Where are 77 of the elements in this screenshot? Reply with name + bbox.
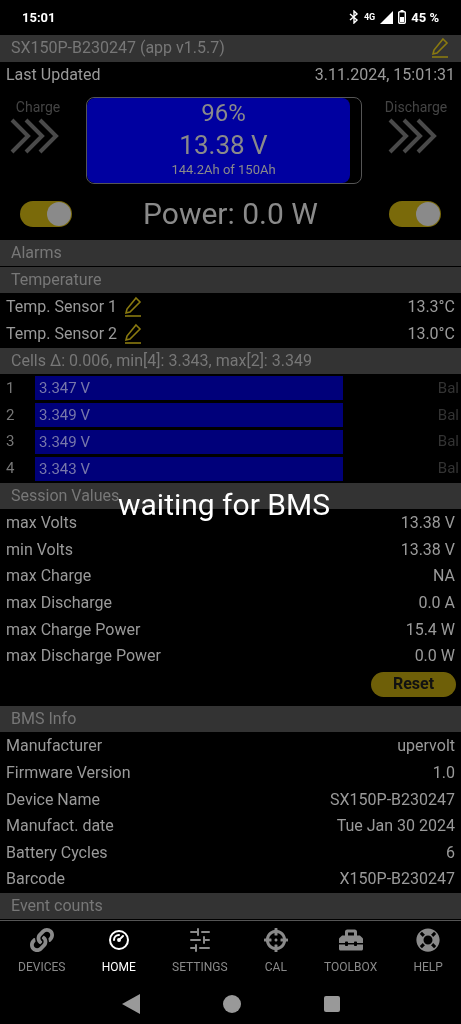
back-icon[interactable] xyxy=(121,994,140,1015)
home-icon[interactable] xyxy=(222,995,241,1014)
nav-tab[interactable]: HELP xyxy=(413,928,443,977)
charge-label: Charge xyxy=(15,97,61,117)
cell-voltage-bar: 3.347 V xyxy=(35,376,343,400)
gauge-icon xyxy=(106,928,131,953)
nav-tab[interactable]: TOOLBOX xyxy=(324,928,378,977)
toggle-switch[interactable] xyxy=(20,200,72,227)
row-value: 3.11.2024, 15:01:31 xyxy=(314,64,455,87)
row-value: 0.0 W xyxy=(414,645,455,668)
lifebuoy-icon xyxy=(416,928,441,953)
row-label: Last Updated xyxy=(6,64,101,87)
row-value: SX150P-B230247 xyxy=(330,788,455,811)
edit-icon[interactable] xyxy=(123,296,144,319)
row-label: Firmware Version xyxy=(6,762,131,785)
row-value: upervolt xyxy=(397,735,455,758)
crosshair-icon xyxy=(263,928,288,953)
recents-icon[interactable] xyxy=(323,996,340,1013)
cell-index: 4 xyxy=(5,458,16,480)
link-icon xyxy=(29,928,54,953)
cell-index: 3 xyxy=(5,431,16,453)
row-label: Barcode xyxy=(6,868,65,891)
section-header: Temperature xyxy=(0,266,461,293)
row-label: max Charge Power xyxy=(6,618,141,641)
row-label: Manufacturer xyxy=(6,735,103,758)
row-label: max Charge xyxy=(6,565,92,588)
toolbox-icon xyxy=(338,928,363,953)
edit-icon[interactable] xyxy=(123,323,144,346)
battery-percent: 45 % xyxy=(411,8,439,27)
nav-tab[interactable]: DEVICES xyxy=(18,928,66,977)
row-value: 6 xyxy=(446,841,455,864)
sensor-value: 13.3°C xyxy=(407,296,455,319)
cell-index: 2 xyxy=(5,404,16,426)
row-label: max Discharge xyxy=(6,591,112,614)
cell-voltage-bar: 3.343 V xyxy=(35,456,343,481)
row-value: NA xyxy=(433,565,455,588)
toggle-switch[interactable] xyxy=(389,200,441,227)
waiting-message: waiting for BMS xyxy=(118,488,330,522)
nav-tab[interactable]: CAL xyxy=(263,928,288,977)
section-header: BMS Info xyxy=(0,706,461,733)
bluetooth-icon xyxy=(348,10,359,25)
row-value: 13.38 V xyxy=(400,538,455,561)
row-label: Battery Cycles xyxy=(6,841,108,864)
row-label: Device Name xyxy=(6,788,100,811)
row-label: Manufact. date xyxy=(6,815,114,838)
nav-tab[interactable]: HOME xyxy=(101,928,136,977)
cell-voltage-bar: 3.349 V xyxy=(35,429,343,454)
sensor-label: Temp. Sensor 2 xyxy=(6,323,118,346)
status-time: 15:01 xyxy=(22,8,56,27)
row-label: min Volts xyxy=(6,538,74,561)
battery-voltage: 13.38 V xyxy=(179,128,268,162)
section-header: Event counts xyxy=(0,892,461,919)
app-title: SX150P-B230247 (app v1.5.7) xyxy=(11,37,225,60)
sensor-value: 13.0°C xyxy=(407,323,455,346)
battery-percent-value: 96% xyxy=(201,97,246,128)
row-label: max Discharge Power xyxy=(6,645,161,668)
row-value: Tue Jan 30 2024 xyxy=(336,815,455,838)
cell-index: 1 xyxy=(5,377,16,399)
sliders-icon xyxy=(187,928,212,953)
power-reading: Power: 0.0 W xyxy=(143,195,318,234)
network-type: 4G xyxy=(363,10,376,24)
sensor-label: Temp. Sensor 1 xyxy=(6,296,118,319)
cell-voltage-bar: 3.349 V xyxy=(35,402,343,427)
row-value: 0.0 A xyxy=(418,591,455,614)
row-label: max Volts xyxy=(6,512,77,535)
row-value: X150P-B230247 xyxy=(339,868,455,891)
edit-icon[interactable] xyxy=(430,37,450,60)
discharge-label: Discharge xyxy=(384,97,448,117)
row-value: 13.38 V xyxy=(400,512,455,535)
signal-icon xyxy=(380,10,394,24)
row-value: 1.0 xyxy=(432,762,455,785)
row-value: 15.4 W xyxy=(405,618,455,641)
nav-tab[interactable]: SETTINGS xyxy=(172,928,228,977)
battery-icon xyxy=(398,10,407,25)
section-header: Cells Δ: 0.006, min[4]: 3.343, max[2]: 3.349 xyxy=(0,347,461,374)
section-header: Alarms xyxy=(0,239,461,266)
battery-capacity: 144.2Ah of 150Ah xyxy=(171,161,276,178)
